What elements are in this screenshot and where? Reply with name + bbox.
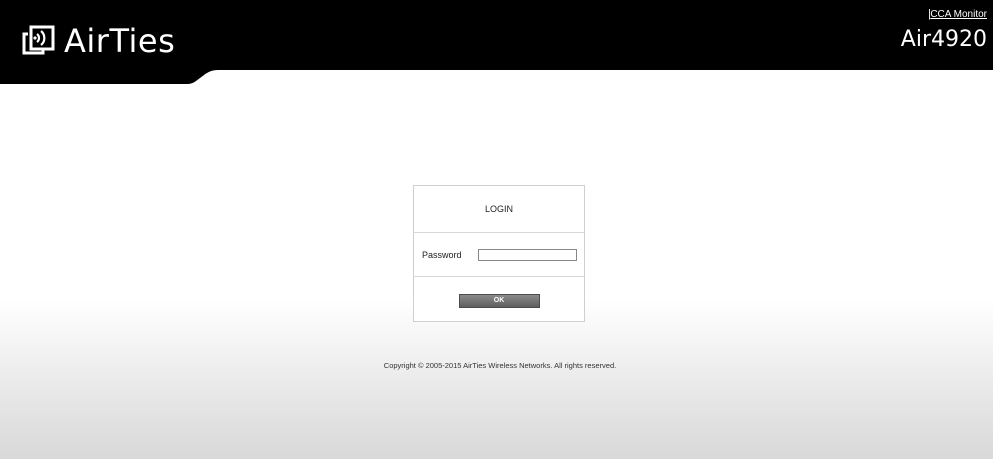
password-input[interactable] bbox=[478, 248, 577, 261]
password-row: Password bbox=[414, 233, 584, 277]
brand-name: AirTies bbox=[64, 22, 176, 60]
device-model: Air4920 bbox=[900, 27, 987, 52]
cca-monitor-link[interactable]: CCA Monitor bbox=[930, 9, 987, 20]
login-title: LOGIN bbox=[414, 186, 584, 233]
password-label: Password bbox=[422, 249, 462, 260]
airties-logo-icon bbox=[22, 25, 55, 55]
button-row: OK bbox=[414, 277, 584, 322]
top-header: AirTies | CCA Monitor Air4920 bbox=[0, 0, 993, 85]
copyright-text: Copyright © 2005-2015 AirTies Wireless N… bbox=[383, 361, 617, 370]
brand-logo: AirTies bbox=[22, 21, 175, 61]
ok-button[interactable]: OK bbox=[458, 293, 540, 308]
login-panel: LOGIN Password OK bbox=[413, 185, 585, 322]
